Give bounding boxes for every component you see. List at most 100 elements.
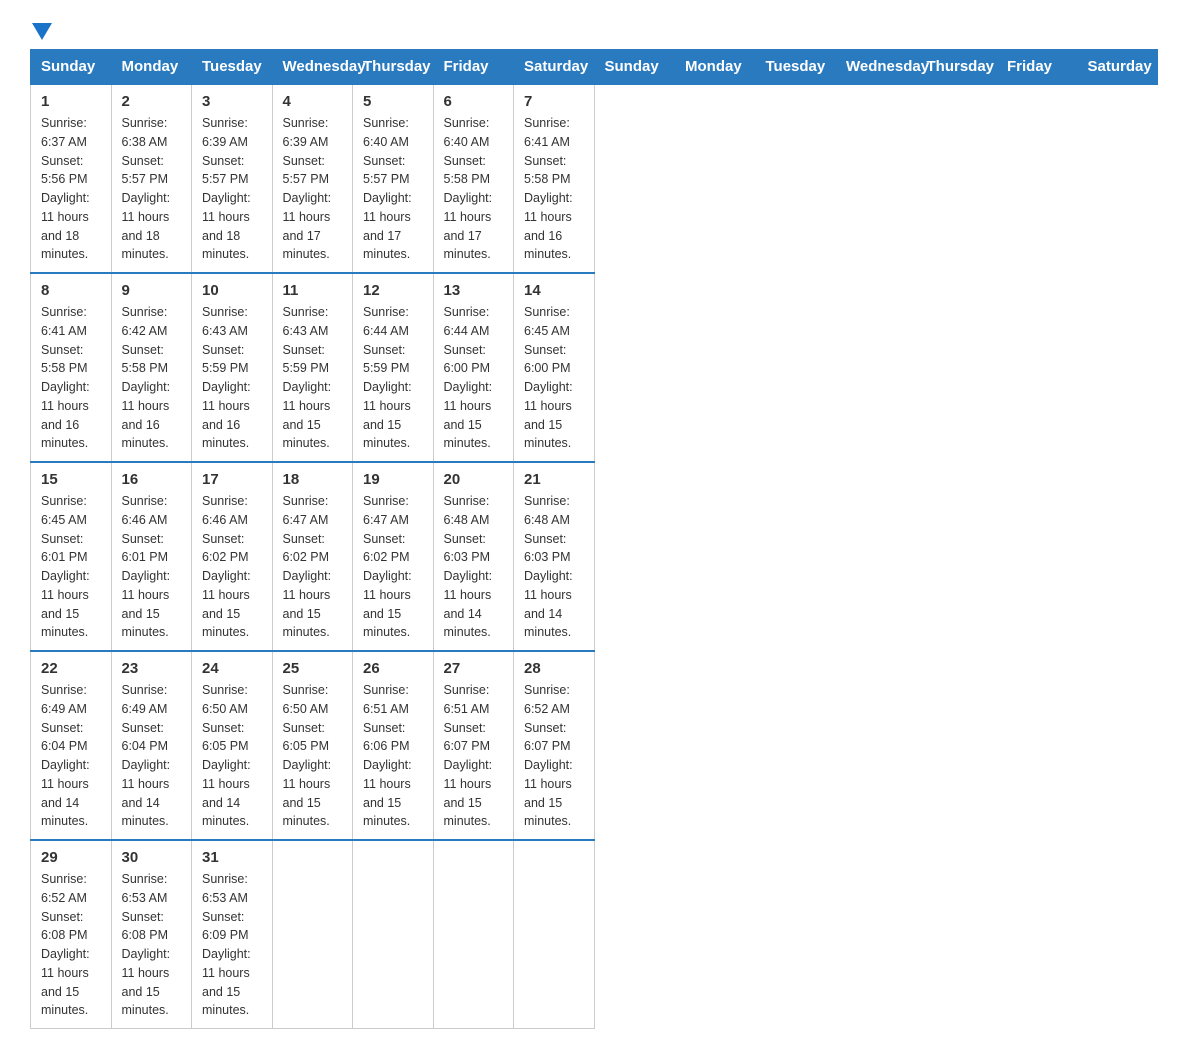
calendar-cell: 31Sunrise: 6:53 AM Sunset: 6:09 PM Dayli…	[192, 840, 273, 1029]
day-number: 27	[444, 660, 504, 677]
calendar-cell: 23 Sunrise: 6:49 AM Sunset: 6:04 PM Dayli…	[111, 651, 192, 840]
calendar-cell: 3Sunrise: 6:39 AM Sunset: 5:57 PM Daylig…	[192, 84, 273, 273]
calendar-cell: 27 Sunrise: 6:51 AM Sunset: 6:07 PM Dayli…	[433, 651, 514, 840]
day-info: Sunrise: 6:51 AM Sunset: 6:07 PM Dayligh…	[444, 681, 504, 831]
day-number: 13	[444, 282, 504, 299]
day-number: 23	[122, 660, 182, 677]
day-number: 30	[122, 849, 182, 866]
day-info: Sunrise: 6:40 AM Sunset: 5:58 PM Dayligh…	[444, 114, 504, 264]
logo-arrow-icon	[32, 23, 52, 40]
day-number: 31	[202, 849, 262, 866]
calendar-cell: 17 Sunrise: 6:46 AM Sunset: 6:02 PM Dayli…	[192, 462, 273, 651]
calendar-cell: 13Sunrise: 6:44 AM Sunset: 6:00 PM Dayli…	[433, 273, 514, 462]
day-info: Sunrise: 6:48 AM Sunset: 6:03 PM Dayligh…	[524, 492, 584, 642]
calendar-cell: 10Sunrise: 6:43 AM Sunset: 5:59 PM Dayli…	[192, 273, 273, 462]
calendar-cell: 4 Sunrise: 6:39 AM Sunset: 5:57 PM Daylig…	[272, 84, 353, 273]
day-info: Sunrise: 6:42 AM Sunset: 5:58 PM Dayligh…	[122, 303, 182, 453]
day-info: Sunrise: 6:43 AM Sunset: 5:59 PM Dayligh…	[283, 303, 343, 453]
day-header-saturday: Saturday	[514, 50, 595, 85]
calendar-cell: 18Sunrise: 6:47 AM Sunset: 6:02 PM Dayli…	[272, 462, 353, 651]
calendar-cell: 1Sunrise: 6:37 AM Sunset: 5:56 PM Daylig…	[31, 84, 112, 273]
calendar-cell: 5 Sunrise: 6:40 AM Sunset: 5:57 PM Daylig…	[353, 84, 434, 273]
day-number: 5	[363, 93, 423, 110]
day-number: 11	[283, 282, 343, 299]
day-number: 17	[202, 471, 262, 488]
day-info: Sunrise: 6:37 AM Sunset: 5:56 PM Dayligh…	[41, 114, 101, 264]
day-info: Sunrise: 6:47 AM Sunset: 6:02 PM Dayligh…	[363, 492, 423, 642]
day-number: 28	[524, 660, 584, 677]
day-number: 10	[202, 282, 262, 299]
day-number: 14	[524, 282, 584, 299]
calendar-week-row: 1Sunrise: 6:37 AM Sunset: 5:56 PM Daylig…	[31, 84, 1158, 273]
calendar-cell: 14Sunrise: 6:45 AM Sunset: 6:00 PM Dayli…	[514, 273, 595, 462]
day-number: 3	[202, 93, 262, 110]
day-header-monday: Monday	[111, 50, 192, 85]
day-info: Sunrise: 6:48 AM Sunset: 6:03 PM Dayligh…	[444, 492, 504, 642]
calendar-cell: 9 Sunrise: 6:42 AM Sunset: 5:58 PM Daylig…	[111, 273, 192, 462]
calendar-cell	[272, 840, 353, 1029]
day-number: 20	[444, 471, 504, 488]
day-info: Sunrise: 6:49 AM Sunset: 6:04 PM Dayligh…	[122, 681, 182, 831]
calendar-cell: 15 Sunrise: 6:45 AM Sunset: 6:01 PM Dayli…	[31, 462, 112, 651]
logo	[30, 20, 52, 33]
calendar-cell: 26Sunrise: 6:51 AM Sunset: 6:06 PM Dayli…	[353, 651, 434, 840]
day-number: 9	[122, 282, 182, 299]
day-info: Sunrise: 6:44 AM Sunset: 5:59 PM Dayligh…	[363, 303, 423, 453]
calendar-cell: 25Sunrise: 6:50 AM Sunset: 6:05 PM Dayli…	[272, 651, 353, 840]
day-number: 26	[363, 660, 423, 677]
day-number: 15	[41, 471, 101, 488]
day-header-friday: Friday	[997, 50, 1078, 85]
calendar-cell: 16 Sunrise: 6:46 AM Sunset: 6:01 PM Dayli…	[111, 462, 192, 651]
calendar-table: SundayMondayTuesdayWednesdayThursdayFrid…	[30, 49, 1158, 1029]
day-info: Sunrise: 6:50 AM Sunset: 6:05 PM Dayligh…	[283, 681, 343, 831]
day-info: Sunrise: 6:47 AM Sunset: 6:02 PM Dayligh…	[283, 492, 343, 642]
calendar-cell: 11 Sunrise: 6:43 AM Sunset: 5:59 PM Dayli…	[272, 273, 353, 462]
day-header-sunday: Sunday	[31, 50, 112, 85]
day-info: Sunrise: 6:49 AM Sunset: 6:04 PM Dayligh…	[41, 681, 101, 831]
day-number: 29	[41, 849, 101, 866]
day-number: 6	[444, 93, 504, 110]
calendar-week-row: 8 Sunrise: 6:41 AM Sunset: 5:58 PM Daylig…	[31, 273, 1158, 462]
calendar-cell	[514, 840, 595, 1029]
page-header	[30, 20, 1158, 33]
calendar-cell: 22Sunrise: 6:49 AM Sunset: 6:04 PM Dayli…	[31, 651, 112, 840]
day-number: 21	[524, 471, 584, 488]
day-number: 16	[122, 471, 182, 488]
day-header-sunday: Sunday	[594, 50, 675, 85]
day-info: Sunrise: 6:52 AM Sunset: 6:08 PM Dayligh…	[41, 870, 101, 1020]
calendar-week-row: 22Sunrise: 6:49 AM Sunset: 6:04 PM Dayli…	[31, 651, 1158, 840]
calendar-cell: 30 Sunrise: 6:53 AM Sunset: 6:08 PM Dayli…	[111, 840, 192, 1029]
day-number: 8	[41, 282, 101, 299]
calendar-cell: 21 Sunrise: 6:48 AM Sunset: 6:03 PM Dayli…	[514, 462, 595, 651]
calendar-cell: 6 Sunrise: 6:40 AM Sunset: 5:58 PM Daylig…	[433, 84, 514, 273]
day-number: 7	[524, 93, 584, 110]
day-info: Sunrise: 6:45 AM Sunset: 6:01 PM Dayligh…	[41, 492, 101, 642]
calendar-cell: 7Sunrise: 6:41 AM Sunset: 5:58 PM Daylig…	[514, 84, 595, 273]
day-info: Sunrise: 6:46 AM Sunset: 6:01 PM Dayligh…	[122, 492, 182, 642]
calendar-cell	[353, 840, 434, 1029]
day-number: 24	[202, 660, 262, 677]
day-info: Sunrise: 6:50 AM Sunset: 6:05 PM Dayligh…	[202, 681, 262, 831]
day-info: Sunrise: 6:46 AM Sunset: 6:02 PM Dayligh…	[202, 492, 262, 642]
calendar-week-row: 15 Sunrise: 6:45 AM Sunset: 6:01 PM Dayli…	[31, 462, 1158, 651]
calendar-cell: 19 Sunrise: 6:47 AM Sunset: 6:02 PM Dayli…	[353, 462, 434, 651]
calendar-cell: 28 Sunrise: 6:52 AM Sunset: 6:07 PM Dayli…	[514, 651, 595, 840]
day-number: 12	[363, 282, 423, 299]
day-info: Sunrise: 6:53 AM Sunset: 6:08 PM Dayligh…	[122, 870, 182, 1020]
calendar-cell: 24 Sunrise: 6:50 AM Sunset: 6:05 PM Dayli…	[192, 651, 273, 840]
day-header-thursday: Thursday	[353, 50, 434, 85]
day-info: Sunrise: 6:40 AM Sunset: 5:57 PM Dayligh…	[363, 114, 423, 264]
day-header-tuesday: Tuesday	[192, 50, 273, 85]
day-number: 19	[363, 471, 423, 488]
day-info: Sunrise: 6:39 AM Sunset: 5:57 PM Dayligh…	[283, 114, 343, 264]
calendar-cell: 12 Sunrise: 6:44 AM Sunset: 5:59 PM Dayli…	[353, 273, 434, 462]
day-header-tuesday: Tuesday	[755, 50, 836, 85]
day-info: Sunrise: 6:41 AM Sunset: 5:58 PM Dayligh…	[41, 303, 101, 453]
day-number: 4	[283, 93, 343, 110]
day-info: Sunrise: 6:38 AM Sunset: 5:57 PM Dayligh…	[122, 114, 182, 264]
calendar-cell: 2Sunrise: 6:38 AM Sunset: 5:57 PM Daylig…	[111, 84, 192, 273]
day-info: Sunrise: 6:52 AM Sunset: 6:07 PM Dayligh…	[524, 681, 584, 831]
calendar-cell: 20 Sunrise: 6:48 AM Sunset: 6:03 PM Dayli…	[433, 462, 514, 651]
calendar-cell	[433, 840, 514, 1029]
calendar-cell: 8 Sunrise: 6:41 AM Sunset: 5:58 PM Daylig…	[31, 273, 112, 462]
